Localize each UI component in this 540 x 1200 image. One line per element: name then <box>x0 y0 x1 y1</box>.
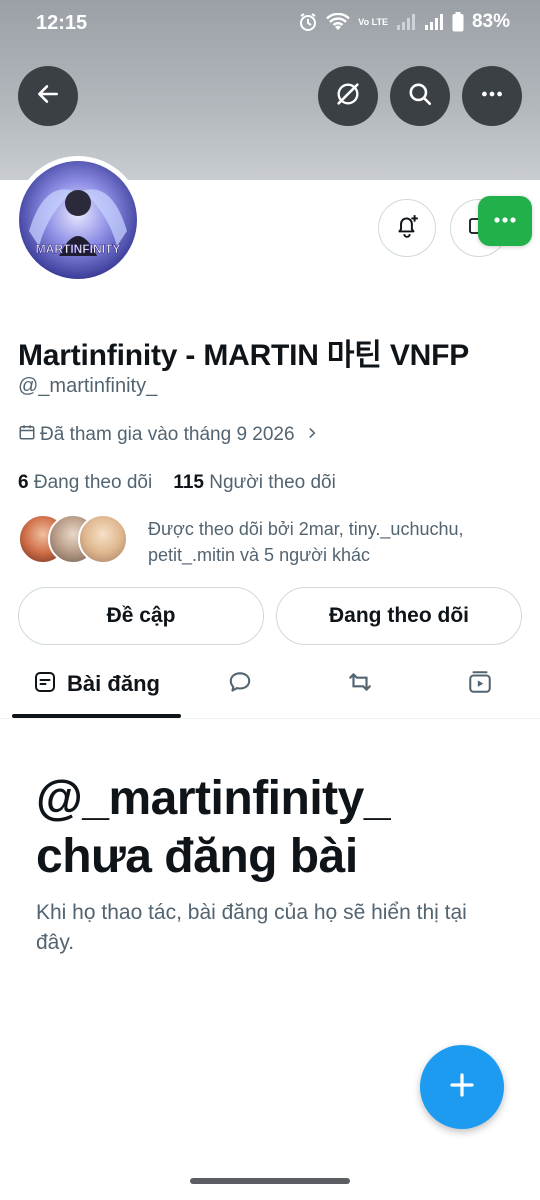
avatar-logo-text: MARTINFINITY <box>36 242 121 256</box>
posts-icon <box>33 670 57 699</box>
alarm-icon <box>298 12 318 32</box>
joined-text: Đã tham gia vào tháng 9 2026 <box>40 424 295 445</box>
home-indicator[interactable] <box>190 1178 350 1184</box>
follower-avatar <box>78 514 128 564</box>
tab-reposts[interactable] <box>320 650 400 718</box>
signal-icon-2 <box>424 13 444 31</box>
following-label: Đang theo dõi <box>33 472 153 493</box>
search-icon <box>407 81 433 112</box>
plus-icon <box>447 1070 477 1105</box>
replies-icon <box>227 669 253 700</box>
joined-row[interactable]: Đã tham gia vào tháng 9 2026 <box>18 423 319 447</box>
following-count: 6 <box>18 472 29 493</box>
avatar-image: MARTINFINITY <box>19 161 137 279</box>
status-time: 12:15 <box>36 12 88 34</box>
followed-by-avatars[interactable] <box>18 514 128 564</box>
notify-button[interactable] <box>378 199 436 257</box>
more-button[interactable] <box>462 66 522 126</box>
media-icon <box>467 669 493 700</box>
empty-state-title: @_martinfinity_ chưa đăng bài <box>36 772 391 883</box>
following-button[interactable]: Đang theo dõi <box>276 587 522 645</box>
wifi-icon <box>326 13 351 31</box>
grok-button[interactable] <box>318 66 378 126</box>
followers-stat[interactable]: 115 Người theo dõi <box>173 472 336 493</box>
following-stat[interactable]: 6 Đang theo dõi <box>18 472 152 493</box>
active-tab-indicator <box>12 714 181 718</box>
followers-label: Người theo dõi <box>209 472 336 493</box>
tab-posts[interactable]: Bài đăng <box>12 650 181 718</box>
back-button[interactable] <box>18 66 78 126</box>
arrow-left-icon <box>35 81 61 112</box>
empty-state-subtitle: Khi họ thao tác, bài đăng của họ sẽ hiển… <box>36 901 467 954</box>
profile-tabs: Bài đăng <box>0 650 540 719</box>
status-bar: 12:15 Vo LTE 83% <box>0 0 540 48</box>
more-horizontal-icon <box>479 81 505 112</box>
follow-stats: 6 Đang theo dõi 115 Người theo dõi <box>18 472 336 494</box>
followed-by-text[interactable]: Được theo dõi bởi 2mar, tiny._uchuchu, p… <box>148 516 518 568</box>
reposts-icon <box>346 669 374 700</box>
grok-icon <box>334 80 362 113</box>
profile-handle: @_martinfinity_ <box>18 375 158 397</box>
compose-button[interactable] <box>420 1045 504 1129</box>
tab-posts-label: Bài đăng <box>67 671 160 696</box>
volte-icon: Vo LTE <box>358 16 388 27</box>
tab-media[interactable] <box>440 650 520 718</box>
avatar[interactable]: MARTINFINITY <box>14 156 142 284</box>
mention-button[interactable]: Đề cập <box>18 587 264 645</box>
battery-percent: 83% <box>471 11 510 32</box>
search-button[interactable] <box>390 66 450 126</box>
profile-name: Martinfinity - MARTIN 마틴 VNFP <box>18 339 470 372</box>
battery-icon <box>452 12 464 32</box>
followers-count: 115 <box>173 472 204 493</box>
tab-replies[interactable] <box>200 650 280 718</box>
bell-plus-icon <box>394 213 420 244</box>
more-horizontal-icon <box>492 212 518 230</box>
calendar-icon <box>18 423 36 447</box>
floating-chat-bubble[interactable] <box>478 196 532 246</box>
signal-icon-1 <box>396 13 416 31</box>
chevron-right-icon <box>305 424 319 446</box>
